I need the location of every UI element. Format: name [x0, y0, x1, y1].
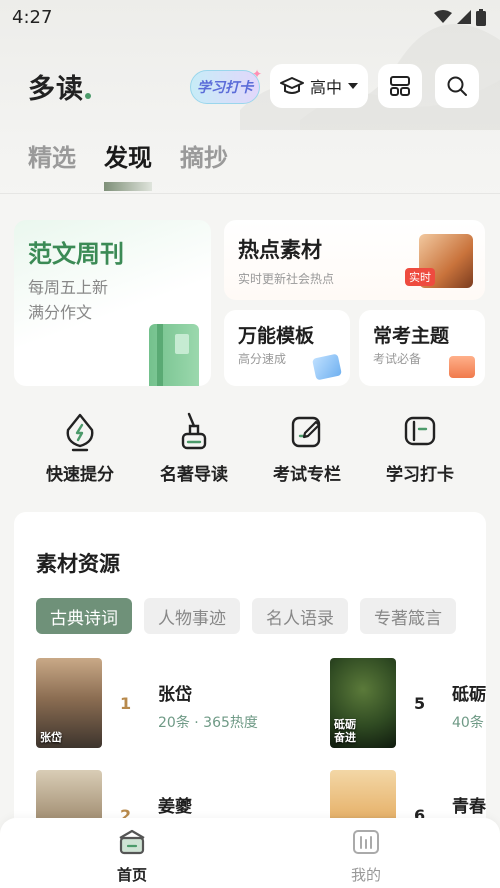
item-rank: 1 [120, 694, 132, 713]
tabs-divider [0, 193, 500, 194]
status-time: 4:27 [12, 6, 53, 28]
realtime-tag: 实时 [405, 268, 435, 286]
wifi-icon [434, 10, 452, 23]
nav-home-label: 首页 [116, 866, 147, 884]
thumbnail-caption: 砥砺 奋进 [334, 718, 356, 744]
template-icon [311, 353, 343, 381]
item-name: 张岱 [158, 685, 192, 705]
tab-selected[interactable]: 精选 [28, 138, 76, 173]
status-bar: 4:27 [0, 0, 500, 34]
item-name: 砥砺 [452, 685, 486, 705]
grade-label: 高中 [309, 78, 342, 97]
section-title: 素材资源 [36, 551, 120, 576]
exam-pen-icon [291, 416, 321, 448]
quick-improve-label: 快速提分 [46, 465, 114, 485]
tab-active-indicator [104, 182, 152, 191]
weekly-card-line1: 每周五上新 [28, 278, 109, 297]
open-book-icon [449, 356, 475, 378]
top-tabs: 精选 发现 摘抄 [28, 138, 228, 191]
bolt-pen-icon [66, 413, 94, 452]
topic-card[interactable]: 常考主题 考试必备 [359, 310, 485, 386]
study-checkin-button[interactable]: 学习打卡 [370, 412, 470, 485]
cellular-signal-icon [457, 10, 471, 24]
chevron-down-icon [348, 83, 358, 89]
hot-card-subtitle: 实时更新社会热点 [238, 272, 335, 286]
category-chips: 古典诗词 人物事迹 名人语录 专著箴言 [36, 598, 456, 634]
tab-discover[interactable]: 发现 [104, 138, 152, 191]
checkin-card-icon [404, 416, 436, 446]
chip-classical-poetry[interactable]: 古典诗词 [36, 598, 132, 634]
chip-famous-quotes[interactable]: 名人语录 [252, 598, 348, 634]
profile-icon [353, 830, 379, 854]
thumbnail-caption: 张岱 [40, 731, 62, 744]
list-item[interactable]: 砥砺 奋进 5 砥砺 40条 [330, 658, 486, 748]
exam-column-label: 考试专栏 [273, 465, 341, 485]
template-card[interactable]: 万能模板 高分速成 [224, 310, 350, 386]
material-resources-section: 素材资源 古典诗词 人物事迹 名人语录 专著箴言 张岱 1 张岱 20条 · 3… [14, 512, 486, 842]
exam-column-button[interactable]: 考试专栏 [257, 412, 357, 485]
item-meta: 20条 · 365热度 [158, 715, 258, 731]
book-icon [149, 324, 199, 386]
chip-figure-stories[interactable]: 人物事迹 [144, 598, 240, 634]
item-rank: 5 [414, 694, 426, 713]
weekly-card-title: 范文周刊 [28, 239, 124, 268]
checkin-badge-label: 学习打卡 [197, 80, 253, 96]
layout-button[interactable] [378, 64, 422, 108]
topic-card-title: 常考主题 [373, 325, 450, 347]
nav-profile-label: 我的 [350, 866, 381, 884]
classics-guide-button[interactable]: 名著导读 [144, 412, 244, 485]
checkin-badge-button[interactable]: 学习打卡 ✦ [190, 67, 262, 104]
template-card-title: 万能模板 [238, 325, 315, 347]
item-meta: 40条 [452, 715, 484, 731]
battery-icon [476, 8, 486, 26]
app-header: 多读 学习打卡 ✦ 高中 [0, 62, 500, 110]
weekly-card-line2: 满分作文 [28, 303, 93, 322]
graduation-cap-icon [279, 77, 304, 94]
hot-card-title: 热点素材 [238, 237, 322, 262]
quick-improve-button[interactable]: 快速提分 [30, 412, 130, 485]
study-checkin-label: 学习打卡 [386, 465, 454, 485]
app-logo: 多读 [28, 67, 91, 106]
home-icon [119, 829, 145, 855]
search-icon [447, 76, 467, 96]
sparkle-icon: ✦ [251, 67, 262, 81]
nav-profile[interactable]: 我的 [326, 828, 406, 885]
topic-card-subtitle: 考试必备 [373, 352, 422, 366]
hot-material-card[interactable]: 热点素材 实时更新社会热点 实时 [224, 220, 485, 300]
bottom-navigation: 首页 我的 [0, 818, 500, 888]
weekly-essay-card[interactable]: 范文周刊 每周五上新 满分作文 [14, 220, 211, 386]
tab-excerpts[interactable]: 摘抄 [180, 138, 228, 173]
search-button[interactable] [435, 64, 479, 108]
ink-bottle-icon [181, 412, 207, 450]
item-name: 姜夔 [158, 797, 192, 817]
classics-guide-label: 名著导读 [160, 465, 228, 485]
item-name: 青春 [452, 797, 486, 817]
chip-maxims[interactable]: 专著箴言 [360, 598, 456, 634]
nav-home[interactable]: 首页 [92, 828, 172, 885]
template-card-subtitle: 高分速成 [238, 352, 287, 366]
list-item[interactable]: 张岱 1 张岱 20条 · 365热度 [36, 658, 276, 748]
grade-selector[interactable]: 高中 [270, 64, 368, 108]
item-thumbnail: 张岱 [36, 658, 102, 748]
layout-icon [390, 76, 410, 96]
item-thumbnail: 砥砺 奋进 [330, 658, 396, 748]
